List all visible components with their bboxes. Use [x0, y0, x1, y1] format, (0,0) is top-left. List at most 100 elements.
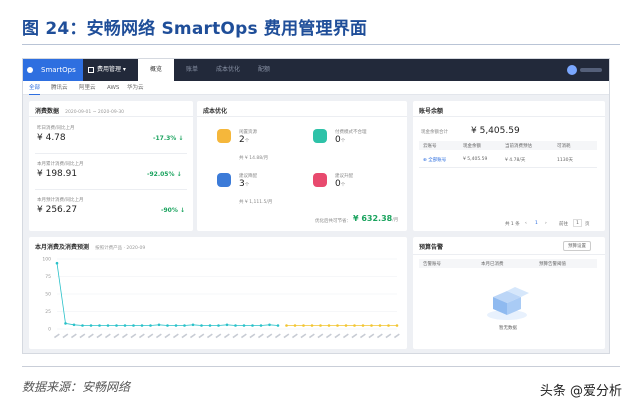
- subtab-aliyun[interactable]: 阿里云: [79, 81, 96, 95]
- tab-overview[interactable]: 概览: [138, 59, 174, 81]
- downsize-value[interactable]: 3个: [239, 179, 249, 189]
- forecast-point[interactable]: [370, 324, 373, 327]
- actual-point[interactable]: [64, 322, 67, 325]
- brand-logo[interactable]: SmartOps: [23, 59, 83, 81]
- y-tick-label: 75: [45, 274, 51, 280]
- divider: [413, 254, 605, 255]
- idle-value[interactable]: 2个: [239, 135, 249, 145]
- actual-point[interactable]: [149, 324, 152, 327]
- actual-point[interactable]: [166, 324, 169, 327]
- month-spend-pct-text: -92.05%: [147, 171, 175, 178]
- row-account[interactable]: ⊕ 全部账号: [423, 157, 446, 163]
- forecast-point[interactable]: [395, 324, 399, 327]
- pager-current[interactable]: 1: [535, 221, 538, 226]
- actual-point[interactable]: [157, 323, 161, 327]
- row-forecast: ¥ 4.78/天: [505, 158, 526, 163]
- avatar: [567, 65, 577, 75]
- actual-point[interactable]: [276, 324, 280, 327]
- actual-point[interactable]: [115, 324, 118, 327]
- forecast-point[interactable]: [285, 324, 288, 327]
- x-tick-mark: [87, 333, 94, 339]
- actual-point[interactable]: [140, 324, 144, 327]
- forecast-point[interactable]: [344, 324, 348, 327]
- divider: [35, 153, 187, 154]
- down-gauge-icon: [217, 173, 231, 187]
- actual-point[interactable]: [242, 324, 246, 327]
- actual-point[interactable]: [259, 324, 263, 327]
- actual-point[interactable]: [106, 324, 110, 327]
- pager-prev-icon[interactable]: ‹: [525, 221, 527, 226]
- forecast-point[interactable]: [353, 324, 356, 327]
- y-tick-label: 100: [42, 257, 51, 263]
- x-tick-mark: [274, 333, 281, 339]
- consumption-title-text: 消费数据: [35, 108, 60, 115]
- x-tick-mark: [376, 333, 383, 339]
- pager-next-icon[interactable]: ›: [545, 221, 547, 226]
- title-rule: [22, 44, 620, 45]
- x-tick-mark: [79, 333, 86, 339]
- actual-point[interactable]: [183, 324, 186, 327]
- x-tick-mark: [300, 333, 307, 339]
- subtab-all[interactable]: 全部: [29, 81, 41, 95]
- user-menu[interactable]: [567, 64, 607, 76]
- forecast-point[interactable]: [336, 324, 339, 327]
- balance-card: 账号余额 现金余额合计 ¥ 5,405.59 云账号 现金余额 当前消费预估 可…: [413, 101, 605, 231]
- subtab-aws[interactable]: AWS: [107, 81, 119, 95]
- pager-goto-label: 前往: [559, 222, 568, 227]
- forecast-point[interactable]: [310, 324, 314, 327]
- forecast-point[interactable]: [293, 324, 297, 327]
- cloud-tabs: 全部 腾讯云 阿里云 AWS 华为云: [23, 81, 609, 95]
- billing-mode-value[interactable]: 0个: [335, 135, 345, 145]
- yesterday-pct: -17.3% ↓: [153, 135, 183, 142]
- month-spend-pct: -92.05% ↓: [147, 171, 182, 178]
- actual-point[interactable]: [55, 261, 59, 265]
- actual-point[interactable]: [208, 324, 212, 327]
- actual-point[interactable]: [123, 324, 127, 327]
- y-tick-label: 0: [48, 327, 51, 333]
- tab-quota[interactable]: 配额: [246, 59, 282, 81]
- actual-point[interactable]: [132, 324, 135, 327]
- upsize-unit: 个: [340, 183, 346, 188]
- subtab-tencent[interactable]: 腾讯云: [51, 81, 68, 95]
- actual-point[interactable]: [225, 323, 229, 327]
- actual-point[interactable]: [72, 323, 76, 327]
- saving-label: 优化后共可节省：: [315, 219, 351, 224]
- actual-point[interactable]: [200, 324, 203, 327]
- actual-point[interactable]: [174, 324, 178, 327]
- forecast-point[interactable]: [361, 324, 365, 327]
- forecast-point[interactable]: [319, 324, 322, 327]
- balance-total-label: 现金余额合计: [421, 130, 448, 135]
- budget-settings-button[interactable]: 预算设置: [563, 241, 591, 251]
- pager-goto-input[interactable]: 1: [573, 219, 582, 227]
- forecast-point[interactable]: [378, 324, 382, 327]
- x-tick-mark: [181, 333, 188, 339]
- month-forecast-pct: -90% ↓: [161, 207, 185, 214]
- pager-total: 共 1 条: [505, 222, 520, 227]
- actual-point[interactable]: [217, 324, 220, 327]
- actual-point[interactable]: [89, 324, 93, 327]
- upsize-value[interactable]: 0个: [335, 179, 345, 189]
- actual-point[interactable]: [234, 324, 237, 327]
- forecast-point[interactable]: [302, 324, 305, 327]
- tab-bill[interactable]: 账单: [174, 59, 210, 81]
- x-tick-mark: [130, 333, 137, 339]
- menu-button[interactable]: 费用管理 ▾: [85, 62, 131, 78]
- actual-point[interactable]: [251, 324, 254, 327]
- x-tick-mark: [155, 333, 162, 339]
- subtab-huawei[interactable]: 华为云: [127, 81, 144, 95]
- x-tick-mark: [283, 333, 290, 339]
- actual-point[interactable]: [191, 323, 195, 327]
- tab-cost-optimize[interactable]: 成本优化: [210, 59, 246, 81]
- x-tick-mark: [240, 333, 247, 339]
- forecast-point[interactable]: [327, 324, 331, 327]
- forecast-point[interactable]: [387, 324, 390, 327]
- actual-point[interactable]: [98, 324, 101, 327]
- month-forecast-pct-text: -90%: [161, 207, 178, 214]
- username-placeholder: [580, 68, 602, 72]
- actual-point[interactable]: [268, 323, 271, 327]
- x-tick-mark: [96, 333, 103, 339]
- actual-point[interactable]: [81, 324, 84, 327]
- bottom-rule: [22, 366, 620, 367]
- x-tick-mark: [206, 333, 213, 339]
- figure-title: 图 24：安畅网络 SmartOps 费用管理界面: [22, 19, 368, 39]
